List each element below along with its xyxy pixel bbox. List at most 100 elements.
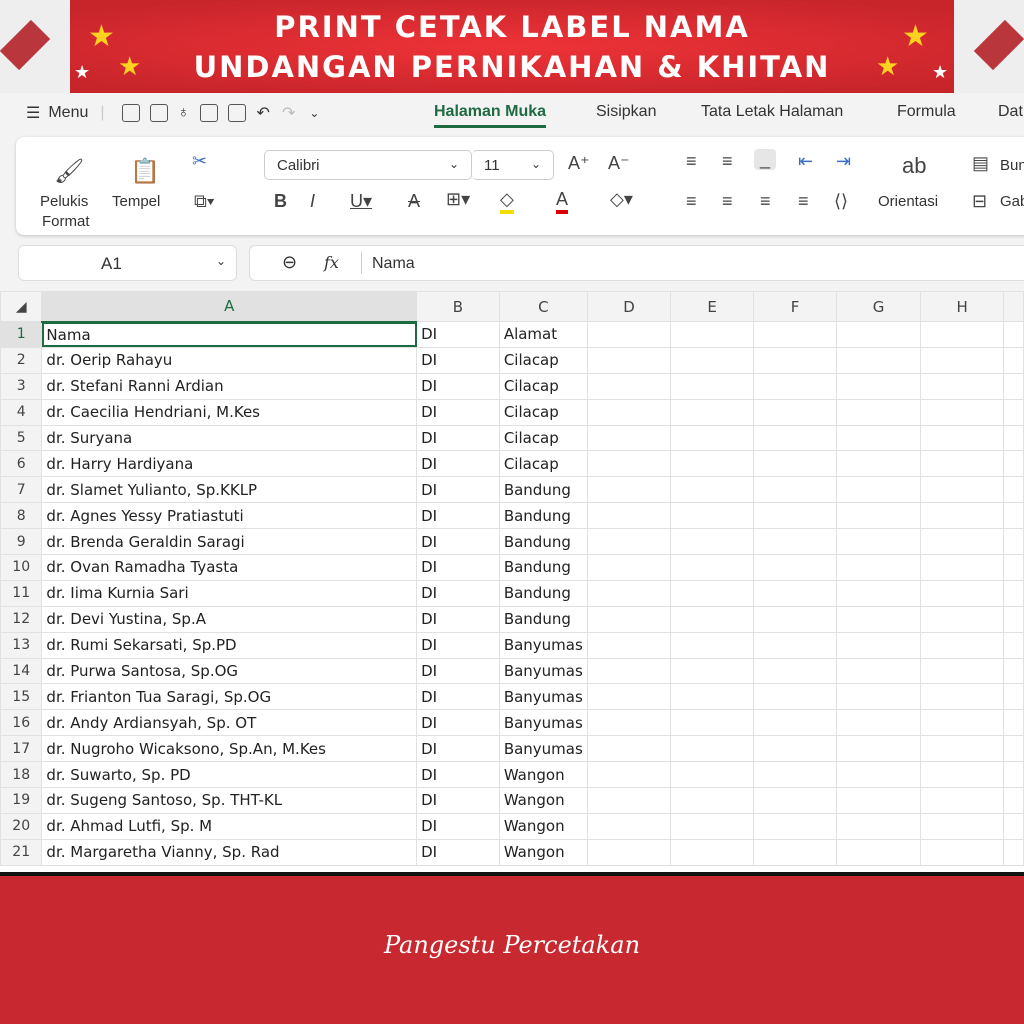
cell[interactable]: [1003, 579, 1024, 607]
tab-data[interactable]: Dat: [998, 103, 1023, 121]
cell[interactable]: [670, 450, 754, 478]
cell[interactable]: [670, 528, 754, 556]
cell[interactable]: DI: [416, 657, 500, 685]
cell[interactable]: [752, 838, 838, 866]
cell[interactable]: [752, 812, 838, 840]
cell[interactable]: [1003, 761, 1024, 789]
cell[interactable]: [752, 372, 838, 400]
cell[interactable]: dr. Sugeng Santoso, Sp. THT-KL: [41, 787, 418, 814]
column-header-b[interactable]: B: [416, 291, 500, 322]
cell[interactable]: [1003, 631, 1024, 659]
cell[interactable]: DI: [416, 761, 500, 789]
fill-color-icon[interactable]: ◇: [500, 189, 514, 214]
cell[interactable]: dr. Suryana: [41, 424, 418, 452]
cell[interactable]: Cilacap: [498, 372, 588, 400]
cell[interactable]: [836, 528, 921, 556]
cell[interactable]: [836, 502, 921, 530]
cell[interactable]: DI: [416, 424, 500, 452]
cell[interactable]: [752, 398, 838, 426]
cell[interactable]: DI: [416, 631, 500, 659]
cell[interactable]: DI: [416, 398, 500, 426]
select-all-corner[interactable]: ◢: [0, 291, 43, 322]
cell[interactable]: [919, 346, 1005, 374]
row-header[interactable]: 3: [0, 372, 43, 400]
cell[interactable]: DI: [416, 554, 500, 581]
cell[interactable]: [670, 735, 754, 763]
hamburger-icon[interactable]: ☰: [26, 103, 40, 123]
copy-icon[interactable]: ⧉▾: [194, 191, 214, 212]
cell[interactable]: Banyumas: [498, 657, 588, 685]
cell[interactable]: [586, 502, 672, 530]
formula-input[interactable]: Nama: [372, 255, 415, 273]
cell[interactable]: DI: [416, 838, 500, 866]
cell[interactable]: [586, 631, 672, 659]
cell[interactable]: [836, 657, 921, 685]
cell[interactable]: [836, 709, 921, 737]
cell[interactable]: [836, 735, 921, 763]
cell[interactable]: [836, 787, 921, 814]
cell[interactable]: [836, 812, 921, 840]
cell[interactable]: dr. Ahmad Lutfi, Sp. M: [41, 812, 418, 840]
cut-icon[interactable]: ✂: [192, 151, 207, 172]
cell[interactable]: Bandung: [498, 554, 588, 581]
cell[interactable]: Bandung: [498, 528, 588, 556]
strikethrough-icon[interactable]: A: [408, 191, 420, 212]
cell[interactable]: [586, 554, 672, 581]
cell[interactable]: [586, 476, 672, 504]
cell[interactable]: Bandung: [498, 605, 588, 633]
print-preview-icon[interactable]: [227, 104, 246, 122]
cell[interactable]: Cilacap: [498, 424, 588, 452]
row-header[interactable]: 20: [0, 812, 43, 840]
cell[interactable]: [670, 838, 754, 866]
cell[interactable]: [1003, 398, 1024, 426]
cell[interactable]: dr. Nugroho Wicaksono, Sp.An, M.Kes: [41, 735, 418, 763]
font-select[interactable]: Calibri ⌄: [264, 150, 472, 180]
clear-icon[interactable]: ◇▾: [610, 189, 633, 210]
cell[interactable]: [919, 838, 1005, 866]
align-top-icon[interactable]: ≡: [686, 151, 697, 172]
column-header-a[interactable]: A: [41, 291, 418, 323]
cell[interactable]: dr. Purwa Santosa, Sp.OG: [41, 657, 418, 685]
cell[interactable]: DI: [416, 372, 500, 400]
cell[interactable]: [586, 761, 672, 789]
distributed-icon[interactable]: ⟨⟩: [834, 191, 848, 212]
wrap-text-icon[interactable]: ▤: [972, 153, 989, 174]
undo-icon[interactable]: ↶: [257, 103, 270, 123]
cell[interactable]: [752, 787, 838, 814]
cell[interactable]: [586, 528, 672, 556]
row-header[interactable]: 9: [0, 528, 43, 556]
cell[interactable]: dr. Devi Yustina, Sp.A: [41, 605, 418, 633]
cell[interactable]: [919, 657, 1005, 685]
cell[interactable]: [1003, 424, 1024, 452]
cell[interactable]: [919, 683, 1005, 711]
italic-icon[interactable]: I: [310, 191, 315, 212]
cell[interactable]: [670, 812, 754, 840]
cell[interactable]: [1003, 346, 1024, 374]
cell[interactable]: Banyumas: [498, 631, 588, 659]
cell[interactable]: [836, 554, 921, 581]
cell[interactable]: [1003, 709, 1024, 737]
cell[interactable]: [1003, 554, 1024, 581]
cell[interactable]: [836, 838, 921, 866]
cell[interactable]: DI: [416, 709, 500, 737]
cell[interactable]: Cilacap: [498, 398, 588, 426]
align-left-icon[interactable]: ≡: [686, 191, 697, 212]
cell[interactable]: [1003, 321, 1024, 348]
redo-icon[interactable]: ↷: [282, 103, 295, 123]
cell[interactable]: [670, 709, 754, 737]
cell[interactable]: [1003, 657, 1024, 685]
cell[interactable]: [836, 631, 921, 659]
paste-icon[interactable]: 📋: [130, 157, 160, 186]
cell[interactable]: dr. Brenda Geraldin Saragi: [41, 528, 418, 556]
cell[interactable]: [1003, 476, 1024, 504]
print-icon[interactable]: [199, 104, 218, 122]
row-header[interactable]: 12: [0, 605, 43, 633]
merge-icon[interactable]: ⊟: [972, 191, 987, 212]
cell[interactable]: Bandung: [498, 579, 588, 607]
cell[interactable]: [1003, 372, 1024, 400]
cell[interactable]: [670, 657, 754, 685]
row-header[interactable]: 19: [0, 787, 43, 814]
justify-icon[interactable]: ≡: [798, 191, 809, 212]
cell[interactable]: Banyumas: [498, 683, 588, 711]
chevron-down-icon[interactable]: ⌄: [216, 254, 226, 268]
